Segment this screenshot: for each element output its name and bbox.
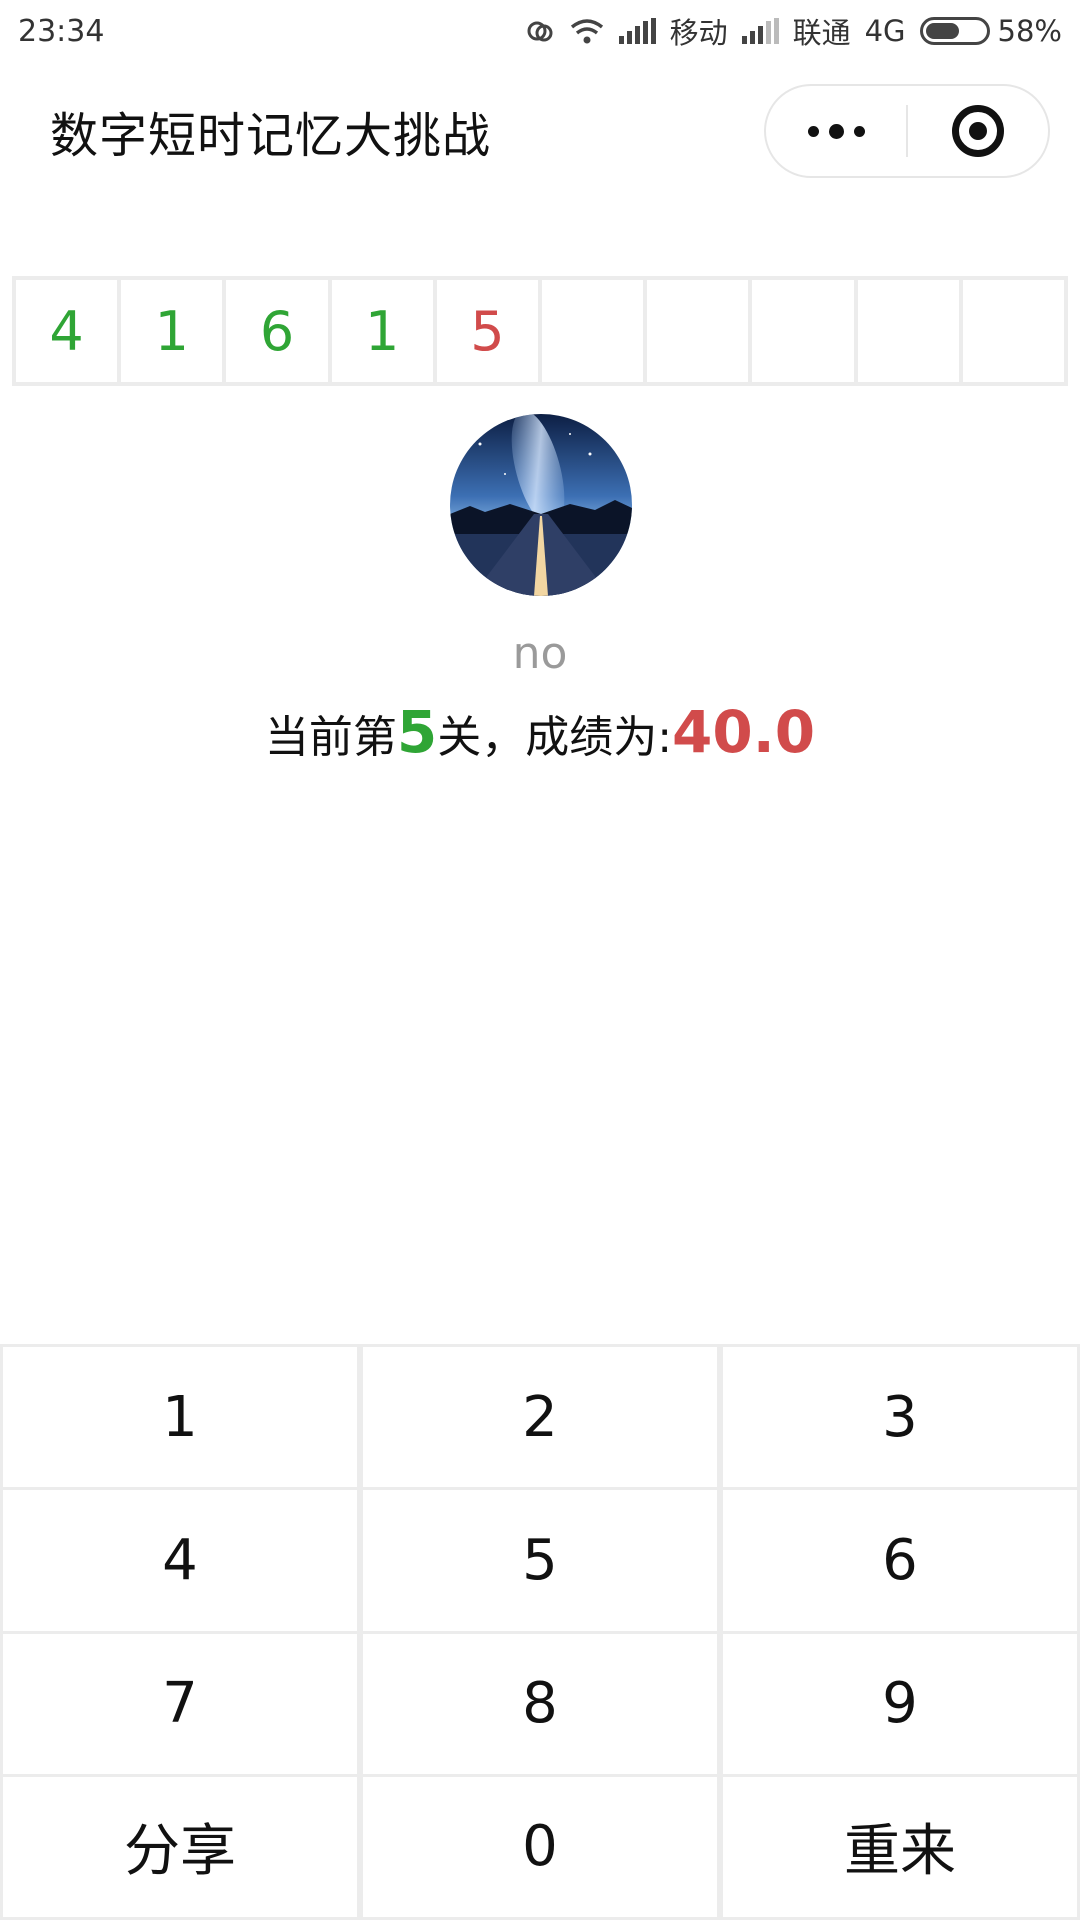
score-value: 40.0 — [672, 698, 816, 766]
more-button[interactable] — [766, 86, 906, 176]
carrier-2-label: 联通 — [792, 16, 851, 50]
digit-cell — [858, 280, 963, 382]
hd-icon — [527, 21, 553, 42]
key-1[interactable]: 1 — [0, 1347, 360, 1491]
battery-icon — [919, 17, 990, 45]
key-4[interactable]: 4 — [0, 1490, 360, 1634]
network-type-label: 4G — [864, 14, 906, 48]
key-2[interactable]: 2 — [360, 1347, 720, 1491]
key-3[interactable]: 3 — [720, 1347, 1080, 1491]
key-9[interactable]: 9 — [720, 1633, 1080, 1777]
digit-cell: 5 — [437, 280, 543, 382]
wifi-icon — [570, 19, 603, 44]
app-screen: 23:34 移动 联通 4G 58% 数字短时记忆大挑战 4 1 6 1 5 n… — [0, 0, 1080, 1920]
battery-indicator: 58% — [919, 14, 1062, 48]
status-bar: 23:34 移动 联通 4G 58% — [0, 0, 1080, 62]
status-icons: 移动 联通 4G 58% — [525, 10, 1062, 52]
username: no — [512, 628, 568, 679]
digit-cell — [542, 280, 648, 382]
level-number: 5 — [396, 698, 438, 766]
key-8[interactable]: 8 — [360, 1633, 720, 1777]
key-7[interactable]: 7 — [0, 1633, 360, 1777]
digit-cell: 6 — [226, 280, 332, 382]
avatar — [450, 414, 632, 596]
score-label: 关，成绩为: — [437, 712, 673, 763]
key-6[interactable]: 6 — [720, 1490, 1080, 1634]
signal-icon — [741, 18, 779, 44]
digit-cell: 1 — [121, 280, 227, 382]
digit-cell — [752, 280, 858, 382]
restart-button[interactable]: 重来 — [720, 1776, 1080, 1920]
signal-icon — [618, 18, 656, 44]
status-time: 23:34 — [18, 13, 105, 49]
level-score-line: 当前第5关，成绩为:40.0 — [0, 698, 1080, 766]
page-title: 数字短时记忆大挑战 — [50, 108, 492, 164]
carrier-1-label: 移动 — [669, 16, 728, 50]
number-keypad: 1 2 3 4 5 6 7 8 9 分享 0 重来 — [0, 1344, 1080, 1920]
title-bar: 数字短时记忆大挑战 — [0, 62, 1080, 200]
digit-cell — [647, 280, 753, 382]
close-button[interactable] — [908, 86, 1048, 176]
level-prefix: 当前第 — [264, 712, 397, 763]
share-button[interactable]: 分享 — [0, 1776, 360, 1920]
battery-percent: 58% — [997, 14, 1062, 48]
digit-display-row: 41615 — [12, 276, 1068, 386]
more-dots-icon — [807, 123, 865, 139]
key-0[interactable]: 0 — [360, 1776, 720, 1920]
digit-cell: 1 — [332, 280, 437, 382]
key-5[interactable]: 5 — [360, 1490, 720, 1634]
digit-cell: 4 — [16, 280, 122, 382]
night-road-avatar — [450, 414, 632, 596]
digit-cell — [963, 280, 1064, 382]
target-circle-icon — [952, 105, 1004, 157]
mini-program-capsule — [764, 84, 1050, 178]
